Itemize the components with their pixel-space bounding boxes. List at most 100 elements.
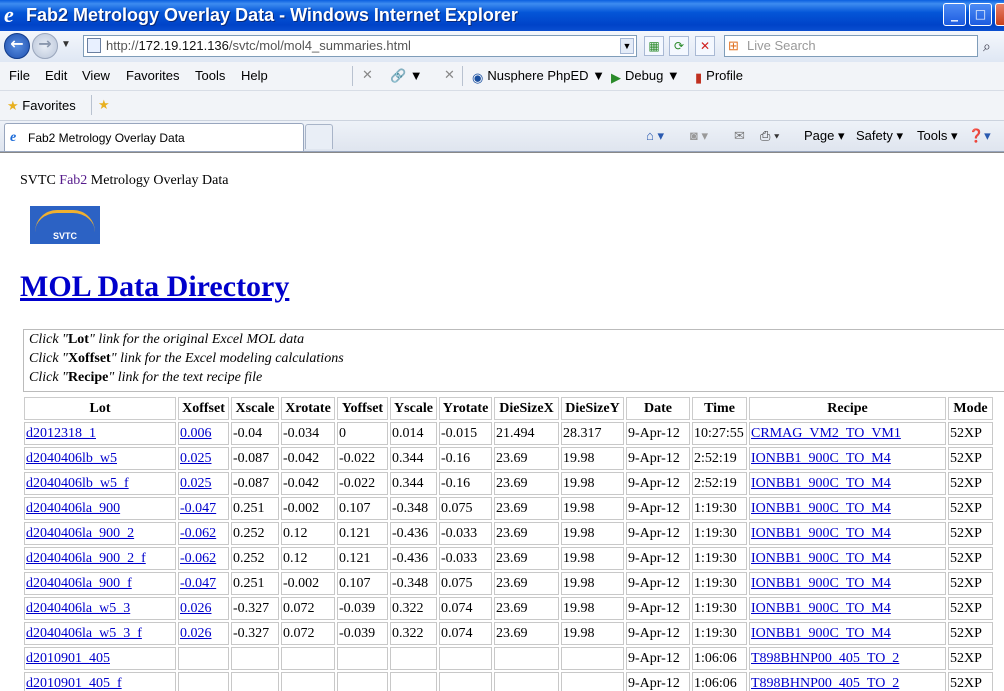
tab-active[interactable]: e Fab2 Metrology Overlay Data: [4, 123, 304, 151]
recipe-link[interactable]: IONBB1_900C_TO_M4: [751, 626, 891, 641]
table-cell-yoffset: 0.121: [337, 547, 388, 570]
back-button[interactable]: ←: [4, 33, 30, 59]
lot-link[interactable]: d2040406lb_w5_f: [26, 476, 129, 491]
lot-link[interactable]: d2040406la_900_2_f: [26, 551, 146, 566]
table-cell-xoffset: 0.025: [178, 447, 229, 470]
address-url[interactable]: http://172.19.121.136/svtc/mol/mol4_summ…: [106, 38, 411, 53]
favorites-star-icon: ★: [7, 98, 19, 113]
xoffset-link[interactable]: 0.025: [180, 451, 212, 466]
table-cell-xscale: -0.087: [231, 472, 279, 495]
page-header-text: SVTC Fab2 Metrology Overlay Data: [20, 173, 229, 188]
table-cell-xrotate: -0.042: [281, 447, 335, 470]
recipe-link[interactable]: IONBB1_900C_TO_M4: [751, 576, 891, 591]
toolbar-addon-icon[interactable]: 🔗 ▼: [390, 68, 423, 84]
toolbar-divider: [352, 66, 353, 86]
close-toolbar-icon[interactable]: ✕: [362, 67, 373, 83]
xoffset-link[interactable]: -0.047: [180, 501, 216, 516]
window-title: Fab2 Metrology Overlay Data - Windows In…: [26, 5, 518, 25]
table-cell-mode: 52XP: [948, 447, 993, 470]
lot-link[interactable]: d2040406la_900_f: [26, 576, 132, 591]
table-cell-time: 1:06:06: [692, 672, 747, 691]
close-button[interactable]: [995, 3, 1004, 26]
xoffset-link[interactable]: 0.026: [180, 626, 212, 641]
table-cell-yrotate: [439, 672, 492, 691]
home-icon[interactable]: ⌂ ▾: [646, 128, 664, 144]
mail-icon[interactable]: ✉: [734, 128, 745, 144]
table-cell-yoffset: [337, 647, 388, 670]
xoffset-link[interactable]: -0.047: [180, 576, 216, 591]
menu-help[interactable]: Help: [241, 68, 268, 83]
recipe-link[interactable]: IONBB1_900C_TO_M4: [751, 451, 891, 466]
recipe-link[interactable]: T898BHNP00_405_TO_2: [751, 676, 899, 691]
recipe-link[interactable]: T898BHNP00_405_TO_2: [751, 651, 899, 666]
table-cell-diesizey: 19.98: [561, 622, 624, 645]
table-row: d2040406la_w5_3 0.026 -0.327 0.072 -0.039 0.3…: [24, 597, 993, 620]
recent-pages-dropdown-icon[interactable]: ▼: [61, 39, 71, 50]
table-cell-mode: 52XP: [948, 647, 993, 670]
nusphere-phped-button[interactable]: ◉ Nusphere PhpED ▼: [472, 68, 605, 86]
add-favorite-icon[interactable]: ★: [98, 97, 110, 113]
menu-file[interactable]: File: [9, 68, 30, 83]
table-row: d2040406la_w5_3_f 0.026 -0.327 0.072 -0.039 0…: [24, 622, 993, 645]
xoffset-link[interactable]: 0.026: [180, 601, 212, 616]
menu-view[interactable]: View: [82, 68, 110, 83]
xoffset-link[interactable]: 0.006: [180, 426, 212, 441]
lot-link[interactable]: d2010901_405: [26, 651, 110, 666]
menu-edit[interactable]: Edit: [45, 68, 67, 83]
search-icon[interactable]: ⌕: [983, 38, 991, 55]
page-title[interactable]: MOL Data Directory: [20, 270, 289, 304]
table-cell-time: 1:19:30: [692, 622, 747, 645]
table-cell-yoffset: 0.107: [337, 572, 388, 595]
favorites-button[interactable]: ★ Favorites: [7, 98, 76, 114]
lot-link[interactable]: d2010901_405_f: [26, 676, 122, 691]
recipe-link[interactable]: IONBB1_900C_TO_M4: [751, 501, 891, 516]
tools-menu[interactable]: Tools ▾: [917, 128, 958, 144]
recipe-link[interactable]: IONBB1_900C_TO_M4: [751, 601, 891, 616]
table-cell-xoffset: [178, 647, 229, 670]
recipe-link[interactable]: IONBB1_900C_TO_M4: [751, 476, 891, 491]
profile-button[interactable]: ▮ Profile: [695, 68, 743, 86]
table-cell-xoffset: -0.062: [178, 547, 229, 570]
lot-link[interactable]: d2040406la_w5_3_f: [26, 626, 142, 641]
print-icon[interactable]: ⎙ ▾: [760, 128, 779, 144]
close-toolbar-icon[interactable]: ✕: [444, 67, 455, 83]
recipe-link[interactable]: IONBB1_900C_TO_M4: [751, 551, 891, 566]
table-cell-mode: 52XP: [948, 597, 993, 620]
recipe-link[interactable]: CRMAG_VM2_TO_VM1: [751, 426, 901, 441]
fab2-link[interactable]: Fab2: [59, 173, 87, 188]
recipe-link[interactable]: IONBB1_900C_TO_M4: [751, 526, 891, 541]
refresh-icon[interactable]: ⟳: [669, 36, 689, 56]
debug-button[interactable]: ▶ Debug ▼: [611, 68, 680, 86]
maximize-button[interactable]: □: [969, 3, 992, 26]
xoffset-link[interactable]: -0.062: [180, 551, 216, 566]
forward-button[interactable]: →: [32, 33, 58, 59]
column-header-xrotate: Xrotate: [281, 397, 335, 420]
lot-link[interactable]: d2040406lb_w5: [26, 451, 117, 466]
menu-tools[interactable]: Tools: [195, 68, 225, 83]
search-input[interactable]: ⊞ Live Search: [724, 35, 978, 57]
xoffset-link[interactable]: -0.062: [180, 526, 216, 541]
table-cell-lot: d2010901_405_f: [24, 672, 176, 691]
table-cell-yscale: -0.436: [390, 522, 437, 545]
help-icon[interactable]: ❓▾: [968, 128, 991, 144]
menu-favorites[interactable]: Favorites: [126, 68, 179, 83]
column-header-diesizex: DieSizeX: [494, 397, 559, 420]
table-cell-date: 9-Apr-12: [626, 572, 690, 595]
new-tab-button[interactable]: [305, 124, 333, 149]
lot-link[interactable]: d2040406la_w5_3: [26, 601, 130, 616]
lot-link[interactable]: d2040406la_900: [26, 501, 120, 516]
minimize-button[interactable]: _: [943, 3, 966, 26]
table-cell-xrotate: 0.12: [281, 522, 335, 545]
table-cell-yrotate: -0.033: [439, 522, 492, 545]
page-menu[interactable]: Page ▾: [804, 128, 845, 144]
lot-link[interactable]: d2040406la_900_2: [26, 526, 134, 541]
compatibility-icon[interactable]: ▦: [644, 36, 664, 56]
lot-link[interactable]: d2012318_1: [26, 426, 96, 441]
table-cell-diesizey: 19.98: [561, 447, 624, 470]
address-input[interactable]: http://172.19.121.136/svtc/mol/mol4_summ…: [83, 35, 637, 57]
stop-icon[interactable]: ✕: [695, 36, 715, 56]
xoffset-link[interactable]: 0.025: [180, 476, 212, 491]
address-dropdown-icon[interactable]: ▼: [620, 38, 634, 54]
safety-menu[interactable]: Safety ▾: [856, 128, 903, 144]
feeds-icon[interactable]: ◙ ▾: [690, 128, 708, 144]
